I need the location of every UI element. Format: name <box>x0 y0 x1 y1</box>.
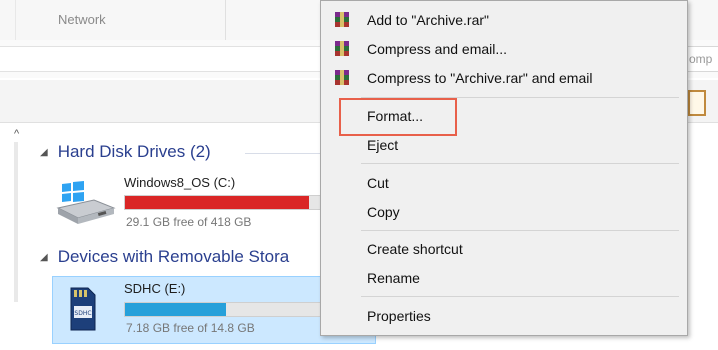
group-label: Hard Disk Drives (2) <box>57 142 211 161</box>
group-header-removable[interactable]: ◢ Devices with Removable Stora <box>40 247 289 267</box>
group-label: Devices with Removable Stora <box>57 247 290 266</box>
format-highlight-outline <box>339 98 457 136</box>
drive-usage-fill <box>125 196 310 209</box>
drive-usage-bar <box>124 195 324 210</box>
menu-item-add-to-archive[interactable]: Add to "Archive.rar" <box>367 12 489 28</box>
address-bar[interactable] <box>0 46 330 72</box>
drive-name: Windows8_OS (C:) <box>124 175 236 190</box>
drive-free-space: 29.1 GB free of 418 GB <box>126 215 252 229</box>
collapse-triangle-icon[interactable]: ◢ <box>40 252 48 263</box>
menu-item-compress-to-archive-email[interactable]: Compress to "Archive.rar" and email <box>367 70 592 86</box>
menu-item-copy[interactable]: Copy <box>367 204 400 220</box>
menu-item-rename[interactable]: Rename <box>367 270 420 286</box>
tab-network[interactable]: Network <box>58 12 106 27</box>
winrar-icon <box>335 41 349 56</box>
scroll-up-icon[interactable]: ^ <box>14 128 19 140</box>
menu-item-cut[interactable]: Cut <box>367 175 389 191</box>
hard-drive-icon <box>56 181 116 224</box>
menu-item-compress-email[interactable]: Compress and email... <box>367 41 507 57</box>
folder-icon[interactable] <box>688 90 706 116</box>
collapse-triangle-icon[interactable]: ◢ <box>40 147 48 158</box>
drive-name: SDHC (E:) <box>124 281 186 296</box>
sd-card-icon: SDHC <box>70 287 96 331</box>
tab-divider <box>15 0 16 40</box>
menu-separator <box>361 296 679 297</box>
menu-separator <box>361 163 679 164</box>
tab-divider <box>225 0 226 40</box>
group-header-hard-disk[interactable]: ◢ Hard Disk Drives (2) <box>40 142 211 162</box>
group-divider <box>245 153 325 154</box>
menu-item-eject[interactable]: Eject <box>367 137 398 153</box>
drive-usage-fill <box>125 303 226 316</box>
context-menu: Add to "Archive.rar" Compress and email.… <box>320 0 688 336</box>
svg-text:SDHC: SDHC <box>74 310 91 317</box>
drive-free-space: 7.18 GB free of 14.8 GB <box>126 321 255 335</box>
winrar-icon <box>335 12 349 27</box>
search-input[interactable]: omp <box>686 46 718 72</box>
winrar-icon <box>335 70 349 85</box>
drive-usage-bar <box>124 302 324 317</box>
menu-item-properties[interactable]: Properties <box>367 308 431 324</box>
scrollbar[interactable] <box>14 142 18 302</box>
menu-item-create-shortcut[interactable]: Create shortcut <box>367 241 463 257</box>
menu-separator <box>361 230 679 231</box>
